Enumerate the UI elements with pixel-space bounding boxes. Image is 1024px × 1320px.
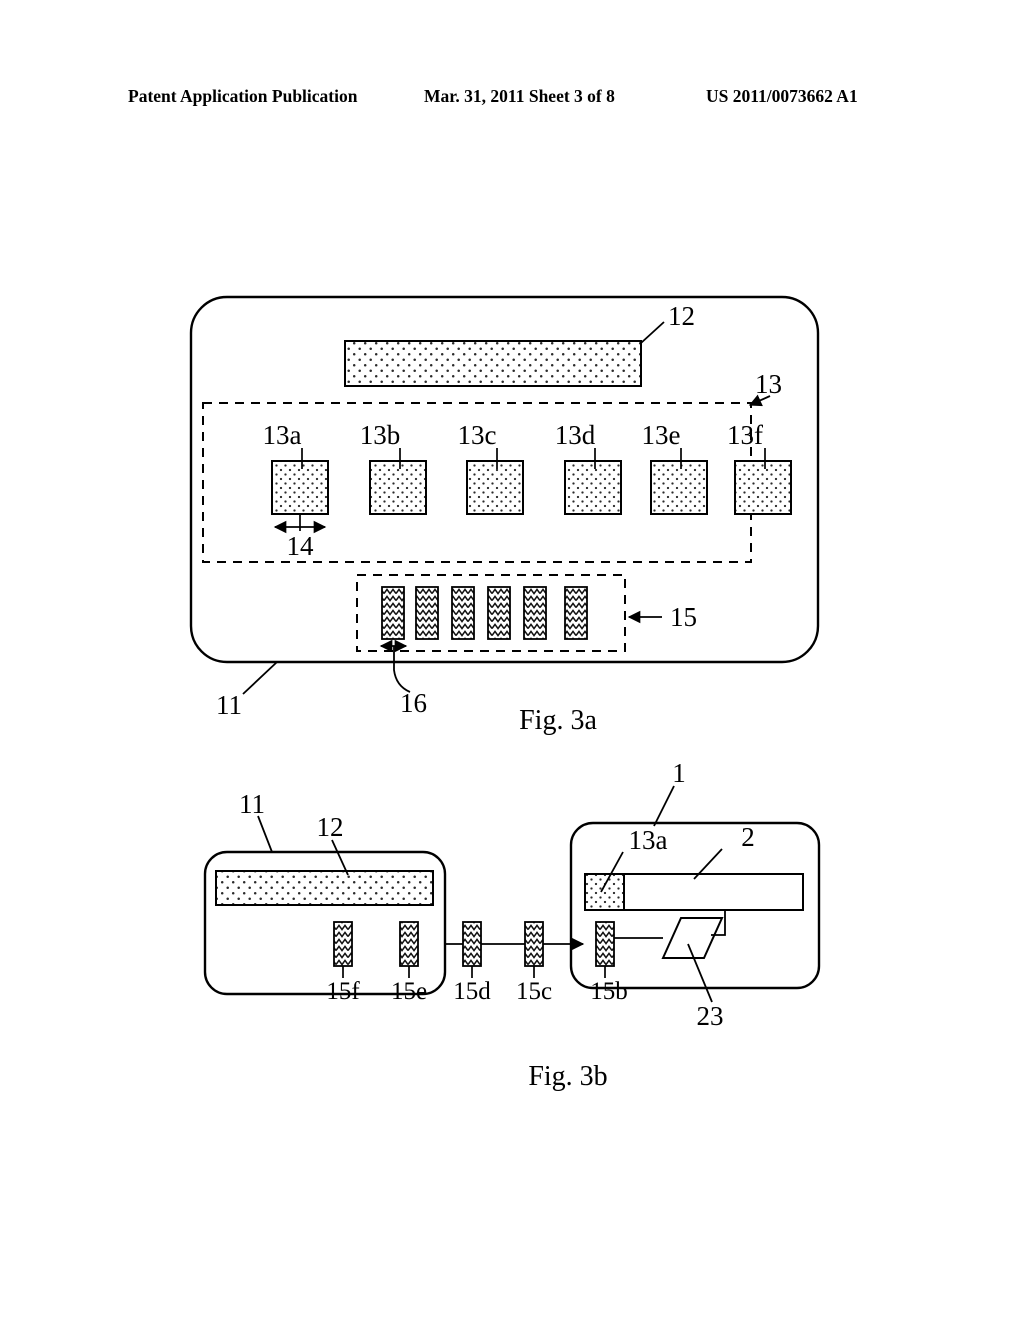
label-15b: 15b	[590, 978, 628, 1005]
label-2: 2	[741, 822, 755, 852]
label-13b: 13b	[360, 420, 401, 450]
figure-3b: 11 12 15f 15e 15d 15c 1 13a 2 15b 23 Fig…	[203, 758, 821, 1092]
label-13e: 13e	[642, 420, 681, 450]
label-13c: 13c	[458, 420, 497, 450]
cell-13d	[564, 460, 622, 515]
label-14: 14	[287, 531, 315, 561]
label-15e: 15e	[391, 978, 427, 1005]
leader-line-16	[393, 646, 411, 693]
label-right-13a: 13a	[629, 825, 668, 855]
label-11: 11	[216, 690, 242, 720]
label-13f: 13f	[727, 420, 763, 450]
leader-line-left-12	[331, 839, 349, 876]
cell-13f	[734, 460, 792, 515]
strip-5	[523, 586, 547, 640]
cell-13a	[271, 460, 329, 515]
label-1: 1	[672, 758, 686, 788]
label-12: 12	[668, 301, 695, 331]
patent-drawing: 12 13 13a 13b 13c 13d 13e 13f 14 15 16 1…	[189, 295, 821, 1092]
label-16: 16	[400, 688, 427, 718]
figure-3a: 12 13 13a 13b 13c 13d 13e 13f 14 15 16 1…	[189, 295, 820, 736]
leader-line-12	[640, 321, 665, 344]
dotted-bar-12	[344, 340, 642, 387]
strip-15f	[333, 921, 353, 967]
leader-line-left-11	[257, 815, 273, 853]
left-dotted-bar-12	[215, 870, 434, 906]
strip-15e	[399, 921, 419, 967]
label-left-12: 12	[317, 812, 344, 842]
strip-group	[381, 586, 588, 640]
label-13: 13	[755, 369, 782, 399]
label-13a: 13a	[263, 420, 302, 450]
patent-page: Patent Application Publication Mar. 31, …	[0, 0, 1024, 1320]
label-left-11: 11	[239, 789, 265, 819]
strip-4	[487, 586, 511, 640]
label-15f: 15f	[326, 978, 360, 1005]
leader-line-1	[653, 785, 675, 827]
figures-area: 12 13 13a 13b 13c 13d 13e 13f 14 15 16 1…	[0, 0, 1024, 1320]
label-15: 15	[670, 602, 697, 632]
strip-15d	[462, 921, 482, 967]
label-23: 23	[697, 1001, 724, 1031]
label-15c: 15c	[516, 978, 552, 1005]
right-dotted-cell-13a	[584, 873, 625, 911]
label-13d: 13d	[555, 420, 596, 450]
label-15d: 15d	[453, 978, 491, 1005]
strip-3	[451, 586, 475, 640]
cell-group	[271, 460, 792, 515]
strip-2	[415, 586, 439, 640]
strip-6	[564, 586, 588, 640]
strip-15b	[595, 921, 615, 967]
parallelogram-23	[661, 917, 724, 959]
leader-line-11	[242, 661, 278, 695]
strip-1	[381, 586, 405, 640]
cell-13b	[369, 460, 427, 515]
caption-fig-3a: Fig. 3a	[519, 705, 597, 736]
strip-15c	[524, 921, 544, 967]
caption-fig-3b: Fig. 3b	[528, 1061, 607, 1092]
cell-13c	[466, 460, 524, 515]
cell-13e	[650, 460, 708, 515]
